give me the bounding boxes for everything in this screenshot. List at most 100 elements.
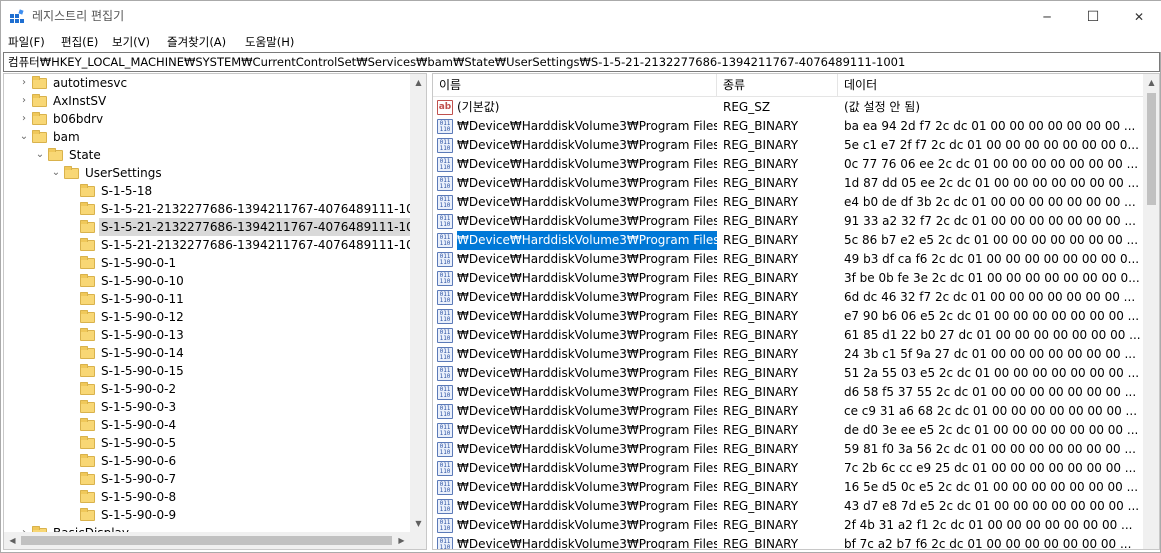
value-row[interactable]: 011 110 ₩Device₩HarddiskVolume3₩Program Fi… <box>433 345 1143 364</box>
value-row[interactable]: 011 110 ₩Device₩HarddiskVolume3₩Program Fi… <box>433 421 1143 440</box>
scroll-down-arrow-icon[interactable]: ▼ <box>410 515 426 532</box>
collapse-arrow-icon[interactable]: ⌄ <box>34 146 46 164</box>
tree-node[interactable]: S-1-5-90-0-1 <box>4 254 410 272</box>
tree-node[interactable]: S-1-5-90-0-11 <box>4 290 410 308</box>
tree-hscroll-thumb[interactable] <box>21 536 392 545</box>
scroll-left-arrow-icon[interactable]: ◀ <box>4 532 21 549</box>
tree-node[interactable]: › autotimesvc <box>4 74 410 92</box>
tree-vertical-scrollbar[interactable]: ▲ ▼ <box>410 74 426 532</box>
tree-node[interactable]: S-1-5-21-2132277686-1394211767-407648911… <box>4 218 426 236</box>
value-row[interactable]: 011 110 ₩Device₩HarddiskVolume3₩Program Fi… <box>433 136 1143 155</box>
folder-icon <box>80 328 96 341</box>
maximize-button[interactable]: ☐ <box>1070 1 1116 32</box>
value-row[interactable]: 011 110 ₩Device₩HarddiskVolume3₩Program Fi… <box>433 497 1143 516</box>
minimize-button[interactable]: ─ <box>1024 1 1070 32</box>
tree-node[interactable]: S-1-5-18 <box>4 182 410 200</box>
tree-node[interactable]: ⌄ bam <box>4 128 410 146</box>
tree-node[interactable]: S-1-5-90-0-5 <box>4 434 410 452</box>
tree-node[interactable]: ⌄ UserSettings <box>4 164 410 182</box>
value-type: REG_BINARY <box>723 119 799 133</box>
tree-node[interactable]: S-1-5-90-0-12 <box>4 308 410 326</box>
tree-node[interactable]: S-1-5-90-0-4 <box>4 416 410 434</box>
collapse-arrow-icon[interactable]: ⌄ <box>18 128 30 146</box>
tree-node[interactable]: › b06bdrv <box>4 110 410 128</box>
value-row[interactable]: 011 110 ₩Device₩HarddiskVolume3₩Program Fi… <box>433 231 1143 250</box>
value-row[interactable]: 011 110 ₩Device₩HarddiskVolume3₩Program Fi… <box>433 478 1143 497</box>
value-data: 43 d7 e8 7d e5 2c dc 01 00 00 00 00 00 0… <box>844 499 1140 513</box>
menu-file[interactable]: 파일(F) <box>8 34 45 50</box>
value-row[interactable]: 011 110 ₩Device₩HarddiskVolume3₩Program Fi… <box>433 212 1143 231</box>
folder-icon <box>80 184 96 197</box>
value-type: REG_BINARY <box>723 404 799 418</box>
value-row[interactable]: 011 110 ₩Device₩HarddiskVolume3₩Program Fi… <box>433 288 1143 307</box>
value-data: 61 85 d1 22 b0 27 dc 01 00 00 00 00 00 0… <box>844 328 1141 342</box>
scroll-up-arrow-icon[interactable]: ▲ <box>410 74 426 91</box>
reg-binary-icon: 011 110 <box>437 423 453 438</box>
menu-view[interactable]: 보기(V) <box>112 34 150 50</box>
scroll-right-arrow-icon[interactable]: ▶ <box>393 532 410 549</box>
value-name: ₩Device₩HarddiskVolume3₩Program Files (x… <box>457 119 717 133</box>
value-row[interactable]: 011 110 ₩Device₩HarddiskVolume3₩Program Fi… <box>433 326 1143 345</box>
tree-node[interactable]: S-1-5-90-0-13 <box>4 326 410 344</box>
tree-node-label: S-1-5-21-2132277686-1394211767-407648911… <box>99 218 426 236</box>
tree-node[interactable]: S-1-5-90-0-7 <box>4 470 410 488</box>
expand-arrow-icon[interactable]: › <box>18 110 30 128</box>
value-row[interactable]: 011 110 ₩Device₩HarddiskVolume3₩Program Fi… <box>433 459 1143 478</box>
address-bar[interactable]: 컴퓨터₩HKEY_LOCAL_MACHINE₩SYSTEM₩CurrentCon… <box>3 52 1160 72</box>
minimize-icon: ─ <box>1043 9 1051 24</box>
value-row[interactable]: 011 110 ₩Device₩HarddiskVolume3₩Program Fi… <box>433 174 1143 193</box>
value-row[interactable]: 011 110 ₩Device₩HarddiskVolume3₩Program Fi… <box>433 155 1143 174</box>
tree-node[interactable]: S-1-5-90-0-8 <box>4 488 410 506</box>
tree-node[interactable]: ⌄ State <box>4 146 410 164</box>
close-button[interactable]: ✕ <box>1116 1 1161 32</box>
value-data: 3f be 0b fe 3e 2c dc 01 00 00 00 00 00 0… <box>844 271 1140 285</box>
value-row[interactable]: 011 110 ₩Device₩HarddiskVolume3₩Program Fi… <box>433 117 1143 136</box>
folder-icon <box>80 508 96 521</box>
tree-node-label: S-1-5-90-0-1 <box>101 256 177 270</box>
tree-node[interactable]: S-1-5-90-0-9 <box>4 506 410 524</box>
value-row[interactable]: ab (기본값) REG_SZ (값 설정 안 됨) <box>433 98 1143 117</box>
tree-horizontal-scrollbar[interactable]: ◀ ▶ <box>4 532 410 549</box>
value-name: ₩Device₩HarddiskVolume3₩Program Files₩B.… <box>457 404 717 418</box>
value-name-cell: 011 110 ₩Device₩HarddiskVolume3₩Program Fi… <box>437 478 717 497</box>
tree-node-label: S-1-5-21-2132277686-1394211767-407648911… <box>101 238 427 252</box>
value-name-cell: 011 110 ₩Device₩HarddiskVolume3₩Program Fi… <box>437 307 717 326</box>
tree-node[interactable]: › AxInstSV <box>4 92 410 110</box>
tree-node[interactable]: S-1-5-90-0-14 <box>4 344 410 362</box>
menu-edit[interactable]: 편집(E) <box>61 34 98 50</box>
value-row[interactable]: 011 110 ₩Device₩HarddiskVolume3₩Program Fi… <box>433 269 1143 288</box>
value-row[interactable]: 011 110 ₩Device₩HarddiskVolume3₩Program Fi… <box>433 250 1143 269</box>
menu-favorites[interactable]: 즐겨찾기(A) <box>167 34 226 50</box>
value-row[interactable]: 011 110 ₩Device₩HarddiskVolume3₩Program Fi… <box>433 193 1143 212</box>
value-row[interactable]: 011 110 ₩Device₩HarddiskVolume3₩Program Fi… <box>433 364 1143 383</box>
column-header-type[interactable]: 종류 <box>717 74 838 97</box>
tree-node[interactable]: S-1-5-90-0-6 <box>4 452 410 470</box>
tree-node[interactable]: S-1-5-90-0-2 <box>4 380 410 398</box>
collapse-arrow-icon[interactable]: ⌄ <box>50 164 62 182</box>
value-row[interactable]: 011 110 ₩Device₩HarddiskVolume3₩Program Fi… <box>433 402 1143 421</box>
expand-arrow-icon[interactable]: › <box>18 92 30 110</box>
maximize-icon: ☐ <box>1086 8 1100 25</box>
list-vscroll-thumb[interactable] <box>1147 93 1156 205</box>
tree-node-label: S-1-5-90-0-6 <box>101 454 177 468</box>
menu-help[interactable]: 도움말(H) <box>245 34 294 50</box>
tree-node[interactable]: S-1-5-21-2132277686-1394211767-407648911… <box>4 236 426 254</box>
value-name-cell: 011 110 ₩Device₩HarddiskVolume3₩Program Fi… <box>437 193 717 212</box>
value-row[interactable]: 011 110 ₩Device₩HarddiskVolume3₩Program Fi… <box>433 535 1143 549</box>
value-row[interactable]: 011 110 ₩Device₩HarddiskVolume3₩Program Fi… <box>433 516 1143 535</box>
value-type: REG_SZ <box>723 100 771 114</box>
value-row[interactable]: 011 110 ₩Device₩HarddiskVolume3₩Program Fi… <box>433 307 1143 326</box>
value-row[interactable]: 011 110 ₩Device₩HarddiskVolume3₩Program Fi… <box>433 440 1143 459</box>
tree-node[interactable]: S-1-5-90-0-3 <box>4 398 410 416</box>
column-header-name[interactable]: 이름 <box>433 74 717 97</box>
scroll-up-arrow-icon[interactable]: ▲ <box>1143 74 1159 91</box>
tree-node[interactable]: S-1-5-21-2132277686-1394211767-407648911… <box>4 200 426 218</box>
value-row[interactable]: 011 110 ₩Device₩HarddiskVolume3₩Program Fi… <box>433 383 1143 402</box>
expand-arrow-icon[interactable]: › <box>18 74 30 92</box>
value-data: 7c 2b 6c cc e9 25 dc 01 00 00 00 00 00 0… <box>844 461 1137 475</box>
column-header-data[interactable]: 데이터 <box>838 74 1143 97</box>
value-type: REG_BINARY <box>723 385 799 399</box>
list-vertical-scrollbar[interactable]: ▲ <box>1143 74 1159 549</box>
tree-node[interactable]: S-1-5-90-0-15 <box>4 362 410 380</box>
tree-node[interactable]: S-1-5-90-0-10 <box>4 272 410 290</box>
